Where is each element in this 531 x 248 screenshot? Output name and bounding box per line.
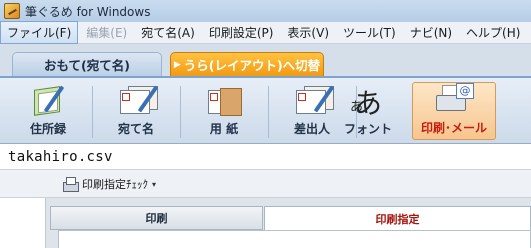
main-toolbar: 住所録 宛て名 用 紙 差出人 あ あ フォント @ 印刷･メール: [0, 76, 531, 144]
window-title: 筆ぐるめ for Windows: [25, 4, 151, 19]
menu-navi[interactable]: ナビ(N): [404, 22, 458, 43]
menu-view[interactable]: 表示(V): [281, 22, 335, 43]
menu-bar: ファイル(F) 編集(E) 宛て名(A) 印刷設定(P) 表示(V) ツール(T…: [0, 21, 531, 44]
font-glyph-small: あ: [350, 100, 364, 115]
tab-front-address[interactable]: おもて(宛て名): [12, 52, 162, 76]
tab-switch-back-layout[interactable]: ▶ うら(レイアウト)へ切替: [170, 52, 324, 76]
print-mail-button[interactable]: @ 印刷･メール: [412, 82, 496, 140]
tab-print-spec-label: 印刷指定: [375, 212, 420, 226]
tab-print[interactable]: 印刷: [50, 206, 263, 230]
content-tabs: 印刷 印刷指定: [50, 206, 531, 230]
address-name-button[interactable]: 宛て名: [94, 82, 178, 140]
print-check-label: 印刷指定ﾁｪｯｸ: [82, 178, 148, 191]
font-icon: あ あ: [348, 84, 388, 120]
left-panel: [0, 198, 46, 248]
title-bar: 筆ぐるめ for Windows: [0, 0, 531, 22]
paper-label: 用 紙: [209, 122, 239, 136]
address-card-icon: [116, 84, 159, 118]
tab-back-label: うら(レイアウト)へ切替: [183, 58, 321, 73]
app-icon: [4, 3, 20, 19]
menu-edit[interactable]: 編集(E): [80, 22, 133, 43]
address-book-icon: [28, 84, 68, 118]
print-spec-panel: [58, 230, 531, 248]
menu-tools[interactable]: ツール(T): [337, 22, 402, 43]
menu-file[interactable]: ファイル(F): [0, 21, 79, 44]
address-book-label: 住所録: [29, 122, 66, 136]
font-button[interactable]: あ あ フォント: [326, 82, 410, 140]
tab-print-label: 印刷: [145, 212, 168, 225]
play-arrow-icon: ▶: [173, 59, 181, 70]
printer-icon: [62, 177, 79, 192]
address-name-label: 宛て名: [117, 122, 154, 136]
print-mail-icon: @: [434, 83, 474, 117]
sub-toolbar: 印刷指定ﾁｪｯｸ ▾: [0, 170, 531, 198]
menu-print-settings[interactable]: 印刷設定(P): [203, 22, 280, 43]
font-label: フォント: [343, 122, 392, 136]
dropdown-caret-icon: ▾: [152, 179, 157, 189]
menu-help[interactable]: ヘルプ(H): [460, 22, 526, 43]
print-mail-label: 印刷･メール: [420, 121, 487, 135]
paper-button[interactable]: 用 紙: [182, 82, 266, 140]
mail-at-glyph: @: [456, 83, 474, 99]
content-area: 印刷 印刷指定: [0, 198, 531, 248]
address-book-button[interactable]: 住所録: [6, 82, 90, 140]
file-name: takahiro.csv: [8, 148, 113, 165]
print-check-button[interactable]: 印刷指定ﾁｪｯｸ ▾: [62, 175, 156, 193]
mode-tab-bar: おもて(宛て名) ▶ うら(レイアウト)へ切替: [0, 44, 531, 76]
tab-front-label: おもて(宛て名): [44, 58, 130, 73]
tab-print-spec[interactable]: 印刷指定: [264, 206, 531, 230]
sender-label: 差出人: [293, 122, 330, 136]
paper-icon: [204, 84, 244, 118]
file-name-bar: takahiro.csv: [0, 144, 531, 170]
menu-address[interactable]: 宛て名(A): [135, 22, 201, 43]
